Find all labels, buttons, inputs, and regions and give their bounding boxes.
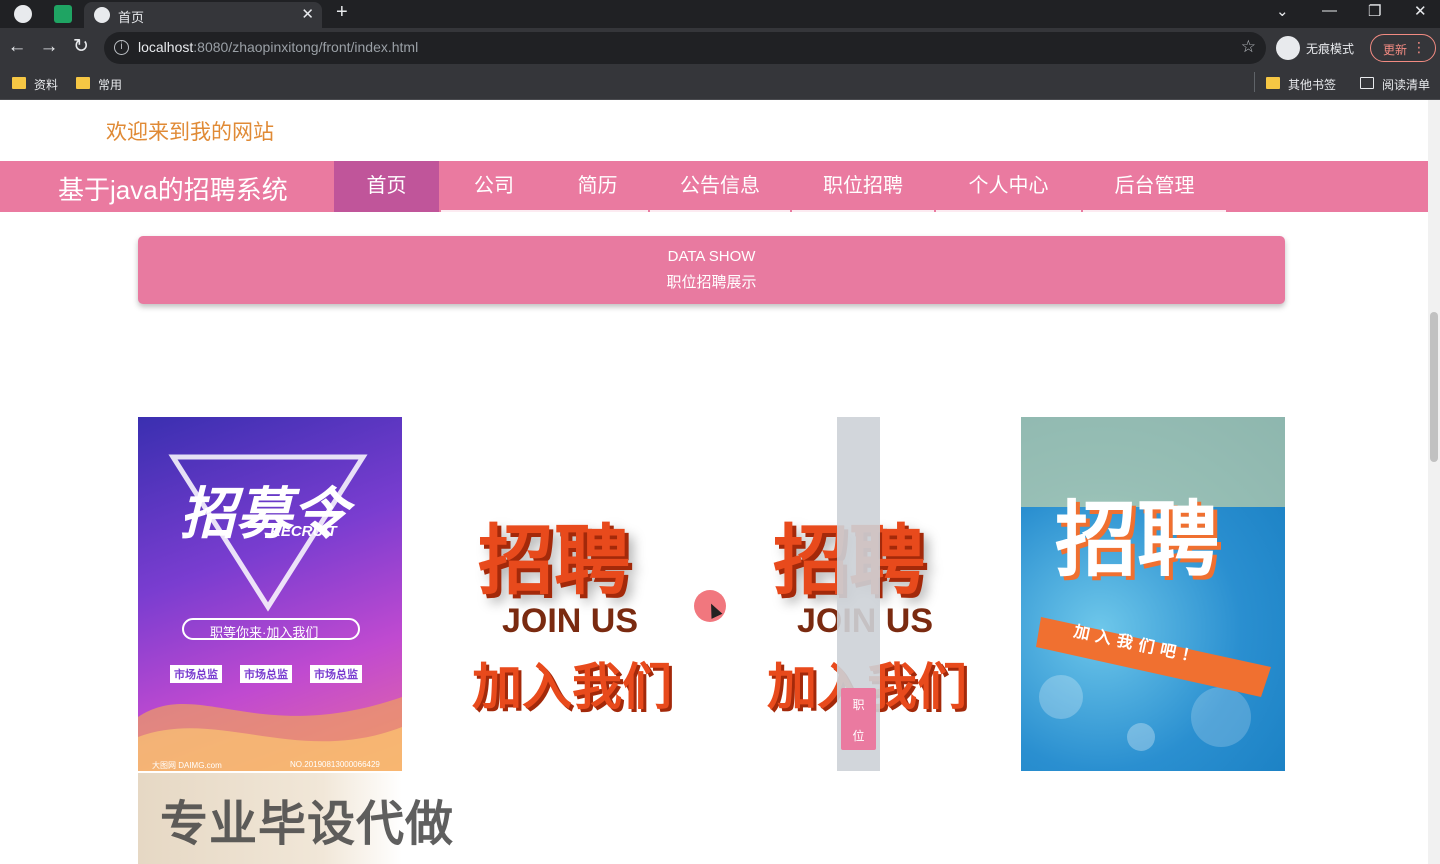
update-button[interactable]: 更新 ⋮	[1370, 34, 1436, 62]
scrollbar-thumb[interactable]	[1430, 312, 1438, 462]
card1-tag-1: 市场总监	[240, 665, 292, 683]
web-page: 欢迎来到我的网站 基于java的招聘系统 首页 公司 简历 公告信息 职位招聘 …	[0, 100, 1428, 864]
nav-profile[interactable]: 个人中心	[936, 161, 1081, 212]
nav-resume[interactable]: 简历	[547, 161, 648, 212]
nav-company[interactable]: 公司	[441, 161, 547, 212]
welcome-text: 欢迎来到我的网站	[106, 121, 274, 144]
forward-icon[interactable]: →	[38, 36, 60, 58]
bokeh-decoration	[1021, 417, 1285, 751]
reading-list-label: 阅读清单	[1382, 78, 1431, 92]
card1-sub: RECRUIT	[270, 523, 337, 540]
browser-toolbar: ← → ↻ i localhost:8080/zhaopinxitong/fro…	[0, 28, 1440, 68]
tab-close-icon[interactable]: ✕	[301, 5, 314, 23]
reload-icon[interactable]: ↻	[70, 36, 92, 58]
card1-footer-left: 大图网 DAIMG.com	[152, 761, 222, 770]
update-label: 更新	[1383, 43, 1408, 57]
bookmark-label: 常用	[98, 78, 123, 92]
browser-globe-icon[interactable]	[14, 5, 32, 23]
new-tab-icon[interactable]: +	[336, 1, 348, 24]
reading-list-icon	[1360, 77, 1374, 89]
incognito-label: 无痕模式	[1306, 42, 1355, 56]
url-text[interactable]: localhost:8080/zhaopinxitong/front/index…	[138, 39, 418, 55]
bookmark-label: 资料	[34, 78, 59, 92]
nav-notice[interactable]: 公告信息	[650, 161, 790, 212]
site-navbar: 基于java的招聘系统 首页 公司 简历 公告信息 职位招聘 个人中心 后台管理	[0, 161, 1428, 212]
site-info-icon[interactable]: i	[114, 40, 129, 55]
folder-icon	[12, 77, 26, 89]
nav-jobs[interactable]: 职位招聘	[792, 161, 934, 212]
nav-home[interactable]: 首页	[334, 161, 439, 212]
watermark-overlay-text: 专业毕设代做	[160, 798, 455, 851]
folder-icon	[1266, 77, 1280, 89]
card1-tag-2: 市场总监	[310, 665, 362, 683]
bookmarks-divider	[1254, 72, 1255, 92]
sheets-app-icon[interactable]	[54, 5, 72, 23]
site-brand[interactable]: 基于java的招聘系统	[58, 170, 288, 207]
card2-join: JOIN US	[502, 602, 639, 640]
restore-icon[interactable]: ❐	[1368, 2, 1381, 20]
carousel-tag-char-1: 位	[852, 729, 865, 743]
minimize-icon[interactable]: —	[1322, 2, 1337, 19]
nav-admin[interactable]: 后台管理	[1083, 161, 1226, 212]
bookmark-star-icon[interactable]: ☆	[1241, 37, 1256, 57]
data-show-banner: DATA SHOW 职位招聘展示	[138, 236, 1285, 304]
card1-footer-right: NO.20190813000066429	[290, 760, 380, 769]
menu-dots-icon: ⋮	[1412, 39, 1426, 55]
browser-tab-active[interactable]: 首页 ✕	[84, 2, 322, 28]
incognito-icon	[1276, 36, 1300, 60]
card4-big: 招聘	[1055, 495, 1220, 586]
browser-tab-strip: 首页 ✕ + ⌄ — ❐ ✕	[0, 0, 1440, 28]
address-bar[interactable]: i localhost:8080/zhaopinxitong/front/ind…	[104, 32, 1266, 64]
card1-tag-0: 市场总监	[170, 665, 222, 683]
other-bookmarks-label: 其他书签	[1288, 78, 1337, 92]
card1-slogan-box: 职等你来·加入我们	[182, 618, 360, 640]
tab-search-chevron-icon[interactable]: ⌄	[1276, 2, 1289, 20]
tab-title: 首页	[118, 10, 145, 25]
folder-icon	[76, 77, 90, 89]
carousel-tag[interactable]: 职 位	[841, 688, 876, 750]
job-card-2[interactable]: 招聘 JOIN US 加入我们	[432, 417, 696, 771]
globe-icon	[94, 7, 110, 23]
card2-cn: 加入我们	[472, 659, 672, 715]
card2-big: 招聘	[478, 519, 630, 604]
card1-slogan: 职等你来·加入我们	[210, 625, 319, 640]
back-icon[interactable]: ←	[6, 36, 28, 58]
job-card-1[interactable]: 招募令 RECRUIT 职等你来·加入我们 市场总监 市场总监 市场总监 大图网…	[138, 417, 402, 771]
banner-subtitle: 职位招聘展示	[666, 274, 757, 291]
banner-title: DATA SHOW	[667, 248, 756, 265]
job-card-4[interactable]: 招聘 加入我们吧！	[1021, 417, 1285, 771]
bookmarks-bar: 资料 常用 其他书签 阅读清单	[0, 68, 1440, 100]
window-close-icon[interactable]: ✕	[1414, 2, 1427, 20]
page-scrollbar[interactable]	[1428, 100, 1440, 864]
carousel-tag-char-0: 职	[852, 698, 865, 712]
